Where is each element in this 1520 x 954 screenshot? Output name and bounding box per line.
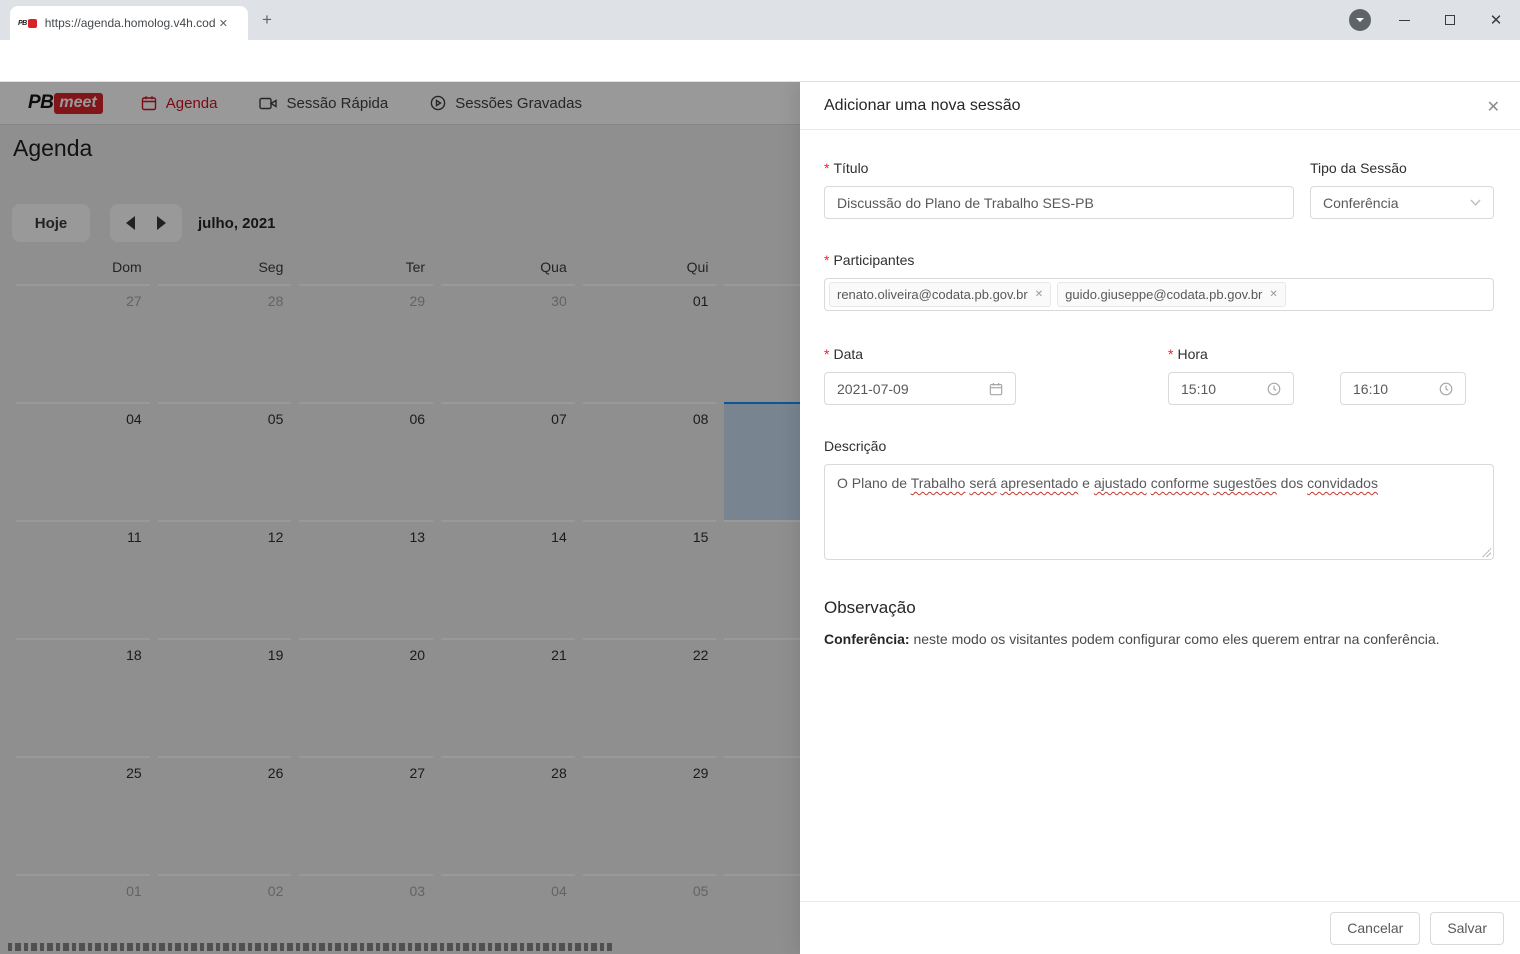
chrome-profile-chevron-icon[interactable] (1349, 9, 1371, 31)
tab-close-icon[interactable]: ✕ (219, 17, 228, 30)
tipo-select[interactable]: Conferência (1310, 186, 1494, 219)
window-maximize-button[interactable] (1427, 0, 1473, 40)
clock-icon (1439, 382, 1453, 395)
descricao-textarea[interactable]: O Plano de Trabalho será apresentado e a… (824, 464, 1494, 560)
titulo-input[interactable]: Discussão do Plano de Trabalho SES-PB (824, 186, 1294, 219)
titulo-label: * Título (824, 160, 869, 176)
resize-handle[interactable] (1481, 547, 1491, 557)
add-session-drawer: Adicionar uma nova sessão ✕ * Título Disc… (800, 82, 1520, 954)
chevron-down-icon (1470, 199, 1481, 206)
participantes-input[interactable]: renato.oliveira@codata.pb.gov.br ✕ guido.g… (824, 278, 1494, 311)
observacao-text: Conferência: neste modo os visitantes po… (824, 631, 1440, 647)
observacao-heading: Observação (824, 598, 916, 617)
window-close-button[interactable]: ✕ (1473, 0, 1519, 40)
calendar-icon (989, 382, 1003, 395)
participantes-label: * Participantes (824, 252, 915, 268)
hora-label: * Hora (1168, 346, 1208, 362)
tipo-label: Tipo da Sessão (1310, 160, 1407, 176)
save-button[interactable]: Salvar (1430, 911, 1504, 945)
data-input[interactable]: 2021-07-09 (824, 372, 1016, 405)
browser-tab[interactable]: PB https://agenda.homolog.v4h.cod ✕ (10, 6, 248, 40)
clock-icon (1267, 382, 1281, 395)
app-root: PB meet Agenda Sessão Rápida Sessões Grav… (0, 82, 1520, 954)
remove-participant-icon[interactable]: ✕ (1035, 289, 1043, 300)
drawer-title: Adicionar uma nova sessão (824, 96, 1021, 114)
pbmeet-favicon: PB (18, 18, 37, 28)
descricao-label: Descrição (824, 438, 887, 454)
hora-fim-input[interactable]: 16:10 (1340, 372, 1466, 405)
participant-email: guido.giuseppe@codata.pb.gov.br (1065, 287, 1263, 302)
browser-toolbar: agenda.homolog.v4h.codata.pb.gov.br/Sche… (0, 40, 1520, 122)
participant-tag: renato.oliveira@codata.pb.gov.br ✕ (829, 282, 1052, 307)
drawer-footer: Cancelar Salvar (800, 901, 1520, 954)
tab-title: https://agenda.homolog.v4h.cod (44, 16, 215, 30)
participant-tag: guido.giuseppe@codata.pb.gov.br ✕ (1057, 282, 1286, 307)
window-minimize-button[interactable] (1381, 0, 1427, 40)
browser-titlebar: PB https://agenda.homolog.v4h.cod ✕ + ✕ (0, 0, 1520, 40)
cancel-button[interactable]: Cancelar (1330, 911, 1421, 945)
remove-participant-icon[interactable]: ✕ (1269, 289, 1277, 300)
participant-email: renato.oliveira@codata.pb.gov.br (837, 287, 1028, 302)
data-label: * Data (824, 346, 864, 362)
hora-inicio-input[interactable]: 15:10 (1168, 372, 1294, 405)
drawer-close-icon[interactable]: ✕ (1487, 97, 1500, 117)
new-tab-button[interactable]: + (262, 10, 272, 30)
